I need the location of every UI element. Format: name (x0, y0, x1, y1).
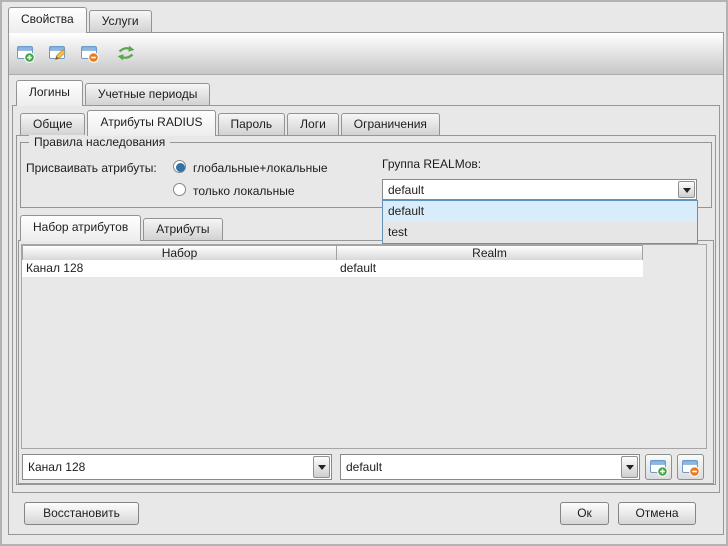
dropdown-option-default[interactable]: default (383, 201, 697, 222)
set-combo[interactable]: Канал 128 (22, 454, 332, 480)
radius-attributes-panel: Правила наследования Присваивать атрибут… (16, 135, 716, 485)
edit-window-icon (48, 43, 68, 63)
tab-restrictions[interactable]: Ограничения (341, 113, 440, 135)
delete-button[interactable] (80, 43, 102, 65)
delete-window-icon (681, 457, 701, 477)
refresh-button[interactable] (116, 43, 138, 65)
realm-combo[interactable]: default (340, 454, 640, 480)
logins-panel: Общие Атрибуты RADIUS Пароль Логи Ограни… (12, 105, 720, 493)
attr-tab-strip: Набор атрибутов Атрибуты (20, 215, 223, 241)
radius-tab-strip: Общие Атрибуты RADIUS Пароль Логи Ограни… (20, 110, 440, 136)
tab-properties[interactable]: Свойства (8, 7, 87, 33)
tab-accounting-periods[interactable]: Учетные периоды (85, 83, 211, 105)
group-title: Правила наследования (29, 135, 170, 149)
dropdown-option-test[interactable]: test (383, 222, 697, 243)
ok-button[interactable]: Ок (560, 502, 609, 525)
cell-set: Канал 128 (26, 261, 83, 276)
radio-local-only-label: только локальные (193, 184, 295, 198)
top-tab-strip: Свойства Услуги (8, 7, 152, 33)
inheritance-rules-group: Правила наследования Присваивать атрибут… (20, 142, 712, 208)
logins-tab-strip: Логины Учетные периоды (16, 80, 210, 106)
set-combo-value: Канал 128 (23, 460, 85, 474)
radio-global-plus-local[interactable] (173, 160, 186, 173)
realm-group-combo[interactable]: default (382, 179, 697, 200)
column-header-realm[interactable]: Realm (336, 245, 643, 261)
tab-password[interactable]: Пароль (218, 113, 286, 135)
restore-button[interactable]: Восстановить (24, 502, 139, 525)
add-window-icon (16, 43, 36, 63)
realm-group-combo-value: default (383, 183, 424, 197)
tab-services[interactable]: Услуги (89, 10, 152, 32)
add-row-button[interactable] (645, 454, 672, 480)
chevron-down-icon[interactable] (621, 456, 638, 478)
realm-combo-value: default (341, 460, 382, 474)
remove-row-button[interactable] (677, 454, 704, 480)
attribute-set-panel: Набор Realm Канал 128 default Канал 128 … (18, 240, 714, 484)
tab-logs[interactable]: Логи (287, 113, 339, 135)
column-header-set[interactable]: Набор (22, 245, 337, 261)
tab-logins[interactable]: Логины (16, 80, 83, 106)
assign-attributes-label: Присваивать атрибуты: (26, 161, 157, 175)
tab-attributes[interactable]: Атрибуты (143, 218, 222, 240)
tab-attribute-set[interactable]: Набор атрибутов (20, 215, 141, 241)
properties-panel: Логины Учетные периоды Общие Атрибуты RA… (8, 32, 724, 535)
chevron-down-icon[interactable] (678, 181, 695, 198)
cancel-button[interactable]: Отмена (618, 502, 696, 525)
realm-group-dropdown: default test (382, 200, 698, 244)
delete-window-icon (80, 43, 100, 63)
edit-button[interactable] (48, 43, 70, 65)
tab-radius-attributes[interactable]: Атрибуты RADIUS (87, 110, 215, 136)
properties-dialog: Свойства Услуги (0, 0, 728, 546)
attribute-set-table: Набор Realm Канал 128 default (21, 244, 707, 449)
radio-global-plus-local-label: глобальные+локальные (193, 161, 328, 175)
chevron-down-icon[interactable] (313, 456, 330, 478)
cell-realm: default (340, 261, 376, 276)
radio-local-only[interactable] (173, 183, 186, 196)
realm-group-label: Группа REALMов: (382, 157, 481, 171)
add-button[interactable] (16, 43, 38, 65)
table-row[interactable]: Канал 128 default (22, 260, 643, 277)
tab-general[interactable]: Общие (20, 113, 85, 135)
add-window-icon (649, 457, 669, 477)
toolbar (9, 33, 723, 75)
refresh-icon (116, 43, 136, 63)
